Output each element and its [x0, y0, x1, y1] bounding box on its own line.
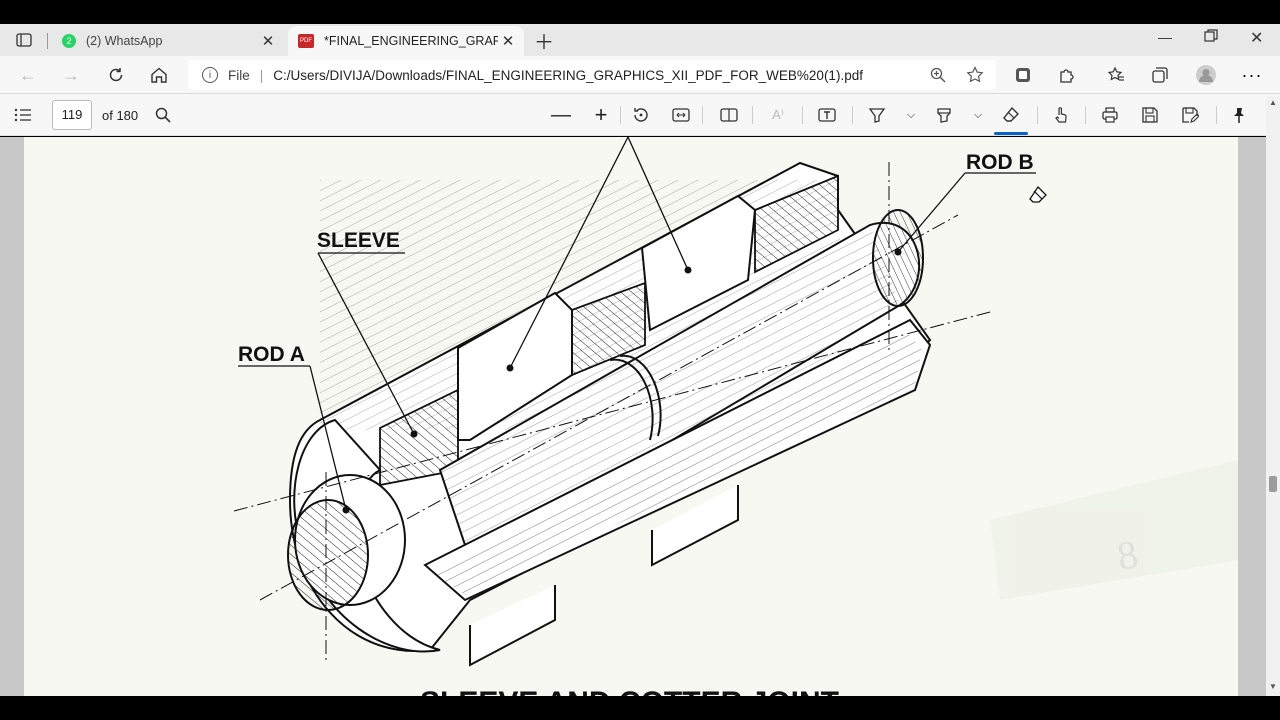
collections-icon[interactable]: [1149, 64, 1171, 86]
draw-icon[interactable]: [866, 104, 888, 126]
favorites-icon[interactable]: [1105, 64, 1127, 86]
close-window-icon[interactable]: ✕: [1250, 28, 1263, 48]
zoom-icon[interactable]: [927, 64, 949, 86]
figure-caption: SLEEVE AND COTTER JOINT: [420, 686, 839, 696]
address-bar[interactable]: i File | C:/Users/DIVIJA/Downloads/FINAL…: [188, 60, 996, 90]
zoom-in-icon[interactable]: +: [590, 102, 612, 127]
eraser-icon[interactable]: [1000, 104, 1022, 126]
toolbar-divider: [1085, 106, 1086, 124]
active-tool-indicator: [994, 132, 1028, 135]
save-as-icon[interactable]: [1179, 104, 1201, 126]
home-icon[interactable]: [148, 64, 170, 86]
touch-icon[interactable]: [1050, 104, 1072, 126]
tab-title: *FINAL_ENGINEERING_GRAPHICS_XII_PDF_FOR_…: [324, 34, 498, 48]
read-aloud-icon[interactable]: A⁾: [767, 104, 789, 126]
screen-top-border: [0, 0, 1280, 24]
tab-pdf[interactable]: PDF *FINAL_ENGINEERING_GRAPHICS_XII_PDF_…: [288, 26, 524, 56]
more-icon[interactable]: ···: [1241, 64, 1263, 86]
tab-separator: [47, 33, 48, 49]
tab-actions-icon[interactable]: [8, 28, 40, 52]
search-icon[interactable]: [152, 104, 174, 126]
print-icon[interactable]: [1099, 104, 1121, 126]
eraser-cursor-icon: [1029, 185, 1047, 203]
text-icon[interactable]: [816, 104, 838, 126]
profile-avatar[interactable]: [1195, 64, 1217, 86]
label-rod-b: ROD B: [966, 151, 1034, 174]
toolbar-divider: [852, 106, 853, 124]
label-rod-a: ROD A: [238, 343, 305, 366]
extension-icon[interactable]: [1012, 64, 1034, 86]
contents-icon[interactable]: [12, 104, 34, 126]
restore-icon[interactable]: [1204, 29, 1218, 46]
tab-whatsapp[interactable]: 2 (2) WhatsApp ✕: [52, 26, 284, 56]
pdf-favicon-icon: PDF: [298, 34, 314, 48]
tab-strip: 2 (2) WhatsApp ✕ PDF *FINAL_ENGINEERING_…: [0, 24, 1280, 56]
scroll-down-icon[interactable]: ▼: [1269, 682, 1277, 691]
url-text[interactable]: C:/Users/DIVIJA/Downloads/FINAL_ENGINEER…: [273, 68, 863, 83]
info-icon[interactable]: i: [202, 67, 218, 83]
toolbar-divider: [1216, 106, 1217, 124]
close-icon[interactable]: ✕: [498, 32, 518, 50]
back-icon[interactable]: ←: [17, 64, 39, 86]
highlight-icon[interactable]: [933, 104, 955, 126]
toolbar-divider: [702, 106, 703, 124]
puzzle-icon[interactable]: [1056, 64, 1078, 86]
forward-icon[interactable]: →: [60, 64, 82, 86]
pdf-toolbar: 119 of 180 — + A⁾ ⌵ ⌵: [0, 94, 1280, 136]
scroll-up-icon[interactable]: ▲: [1269, 98, 1277, 107]
save-icon[interactable]: [1139, 104, 1161, 126]
toolbar-divider: [802, 106, 803, 124]
toolbar-divider: [752, 106, 753, 124]
vertical-scrollbar[interactable]: ▲ ▼: [1266, 96, 1280, 696]
page-number-input[interactable]: 119: [52, 100, 92, 130]
page-total: of 180: [102, 108, 139, 123]
new-tab-icon[interactable]: ＋: [534, 26, 554, 55]
favorite-add-icon[interactable]: [964, 64, 986, 86]
tab-title: (2) WhatsApp: [86, 34, 163, 48]
label-sleeve: SLEEVE: [317, 229, 400, 252]
scrollbar-thumb[interactable]: [1269, 476, 1277, 492]
whatsapp-favicon-icon: 2: [62, 34, 76, 48]
address-divider: |: [259, 67, 264, 83]
pin-icon[interactable]: [1228, 104, 1250, 126]
watermark: 8: [990, 460, 1238, 600]
file-scheme-label: File: [228, 67, 250, 83]
minimize-icon[interactable]: —: [1158, 29, 1172, 45]
page-view-icon[interactable]: [718, 104, 740, 126]
toolbar-divider: [1037, 106, 1038, 124]
sleeve-cotter-joint-drawing: 8 SLEEVE ROD A ROD B: [233, 137, 1238, 696]
fit-page-icon[interactable]: [670, 104, 692, 126]
navigation-bar: ← → i File | C:/Users/DIVIJA/Downloads/F…: [0, 56, 1280, 94]
rotate-icon[interactable]: [630, 104, 652, 126]
refresh-icon[interactable]: [105, 64, 127, 86]
toolbar-divider: [620, 106, 621, 124]
zoom-out-icon[interactable]: —: [550, 104, 572, 126]
pdf-viewer[interactable]: 8 SLEEVE ROD A ROD B: [0, 137, 1266, 696]
screen-bottom-border: [0, 696, 1280, 720]
pdf-page: 8 SLEEVE ROD A ROD B: [24, 137, 1238, 696]
close-icon[interactable]: ✕: [258, 32, 278, 50]
chevron-down-icon[interactable]: ⌵: [900, 104, 922, 126]
chevron-down-icon[interactable]: ⌵: [967, 104, 989, 126]
